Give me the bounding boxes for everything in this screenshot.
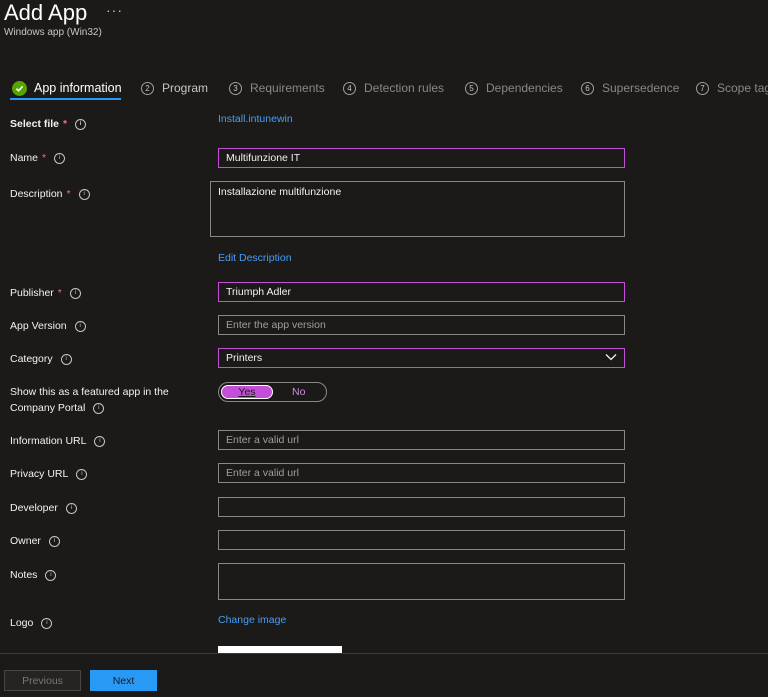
info-icon[interactable]: i	[93, 402, 105, 414]
step-app-information[interactable]: App information	[10, 76, 122, 100]
info-icon[interactable]: i	[69, 287, 81, 299]
owner-label-text: Owner	[10, 535, 41, 547]
step-number: 7	[696, 81, 709, 95]
step-number: 2	[141, 81, 154, 95]
select-file-label: Select file * i	[10, 118, 87, 130]
notes-label-text: Notes	[10, 569, 38, 581]
info-icon[interactable]: i	[41, 617, 53, 629]
developer-label-text: Developer	[10, 502, 58, 514]
name-label: Name * i	[10, 152, 66, 164]
description-label: Description * i	[10, 188, 90, 200]
privacy-url-input[interactable]	[218, 463, 625, 483]
publisher-label-text: Publisher	[10, 287, 54, 299]
category-label: Category i	[10, 353, 72, 365]
step-label: Program	[162, 81, 209, 95]
toggle-no-option[interactable]: No	[292, 386, 305, 398]
page-title: Add App	[4, 0, 88, 25]
app-version-label-text: App Version	[10, 320, 67, 332]
name-input[interactable]	[218, 148, 625, 168]
publisher-label: Publisher * i	[10, 287, 81, 299]
info-icon[interactable]: i	[54, 152, 66, 164]
info-icon[interactable]: i	[75, 118, 87, 130]
description-label-text: Description	[10, 188, 63, 200]
info-icon[interactable]: i	[76, 468, 88, 480]
step-dependencies[interactable]: 5 Dependencies	[465, 76, 563, 100]
owner-input[interactable]	[218, 530, 625, 550]
required-marker: *	[63, 118, 68, 130]
publisher-input[interactable]	[218, 282, 625, 302]
more-options-icon[interactable]: ···	[106, 2, 123, 18]
change-image-link[interactable]: Change image	[218, 614, 286, 626]
app-version-label: App Version i	[10, 320, 86, 332]
step-number: 5	[465, 81, 478, 95]
wizard-footer: Previous Next	[0, 653, 768, 697]
owner-label: Owner i	[10, 535, 60, 547]
chevron-down-icon	[605, 352, 617, 364]
step-label: Supersedence	[602, 81, 680, 95]
info-icon[interactable]: i	[60, 353, 72, 365]
required-marker: *	[66, 188, 71, 200]
featured-app-label: Show this as a featured app in the Compa…	[10, 384, 190, 416]
page-subtitle: Windows app (Win32)	[4, 27, 102, 38]
privacy-url-label: Privacy URL i	[10, 468, 88, 480]
name-label-text: Name	[10, 152, 39, 164]
step-label: Scope tag	[717, 81, 768, 95]
information-url-label-text: Information URL	[10, 435, 87, 447]
information-url-input[interactable]	[218, 430, 625, 450]
developer-label: Developer i	[10, 502, 77, 514]
privacy-url-label-text: Privacy URL	[10, 468, 69, 480]
featured-app-toggle[interactable]: Yes No	[218, 382, 327, 402]
step-label: Dependencies	[486, 81, 563, 95]
step-number: 4	[343, 81, 356, 95]
checkmark-icon	[12, 80, 27, 96]
select-file-link[interactable]: Install.intunewin	[218, 113, 293, 125]
step-label: Requirements	[250, 81, 325, 95]
information-url-label: Information URL i	[10, 435, 106, 447]
info-icon[interactable]: i	[78, 188, 90, 200]
app-version-input[interactable]	[218, 315, 625, 335]
info-icon[interactable]: i	[74, 320, 86, 332]
step-program[interactable]: 2 Program	[141, 76, 208, 100]
step-requirements[interactable]: 3 Requirements	[229, 76, 325, 100]
category-label-text: Category	[10, 353, 53, 365]
info-icon[interactable]: i	[65, 502, 77, 514]
info-icon[interactable]: i	[48, 535, 60, 547]
developer-input[interactable]	[218, 497, 625, 517]
step-number: 6	[581, 81, 594, 95]
required-marker: *	[57, 287, 62, 299]
notes-label: Notes i	[10, 569, 57, 581]
required-marker: *	[42, 152, 47, 164]
featured-app-label-line1: Show this as a featured app in the	[10, 386, 169, 398]
step-supersedence[interactable]: 6 Supersedence	[581, 76, 679, 100]
active-step-indicator	[10, 98, 121, 100]
select-file-label-text: Select file	[10, 118, 60, 130]
featured-app-label-line2: Company Portal	[10, 402, 86, 414]
logo-label-text: Logo	[10, 617, 34, 629]
edit-description-link[interactable]: Edit Description	[218, 252, 292, 264]
info-icon[interactable]: i	[45, 569, 57, 581]
category-dropdown[interactable]: Printers	[218, 348, 625, 368]
next-button[interactable]: Next	[90, 670, 157, 691]
logo-label: Logo i	[10, 617, 53, 629]
previous-button[interactable]: Previous	[4, 670, 81, 691]
info-icon[interactable]: i	[94, 435, 106, 447]
toggle-yes-option[interactable]: Yes	[221, 385, 273, 399]
notes-textarea[interactable]	[218, 563, 625, 600]
featured-app-label-line2-row: Company Portal i	[10, 400, 190, 416]
step-number: 3	[229, 81, 242, 95]
description-textarea[interactable]: Installazione multifunzione	[210, 181, 625, 237]
category-selected-value: Printers	[226, 352, 263, 364]
step-scope-tag[interactable]: 7 Scope tag	[696, 76, 768, 100]
step-detection-rules[interactable]: 4 Detection rules	[343, 76, 444, 100]
step-label: Detection rules	[364, 81, 445, 95]
step-label: App information	[34, 81, 122, 95]
